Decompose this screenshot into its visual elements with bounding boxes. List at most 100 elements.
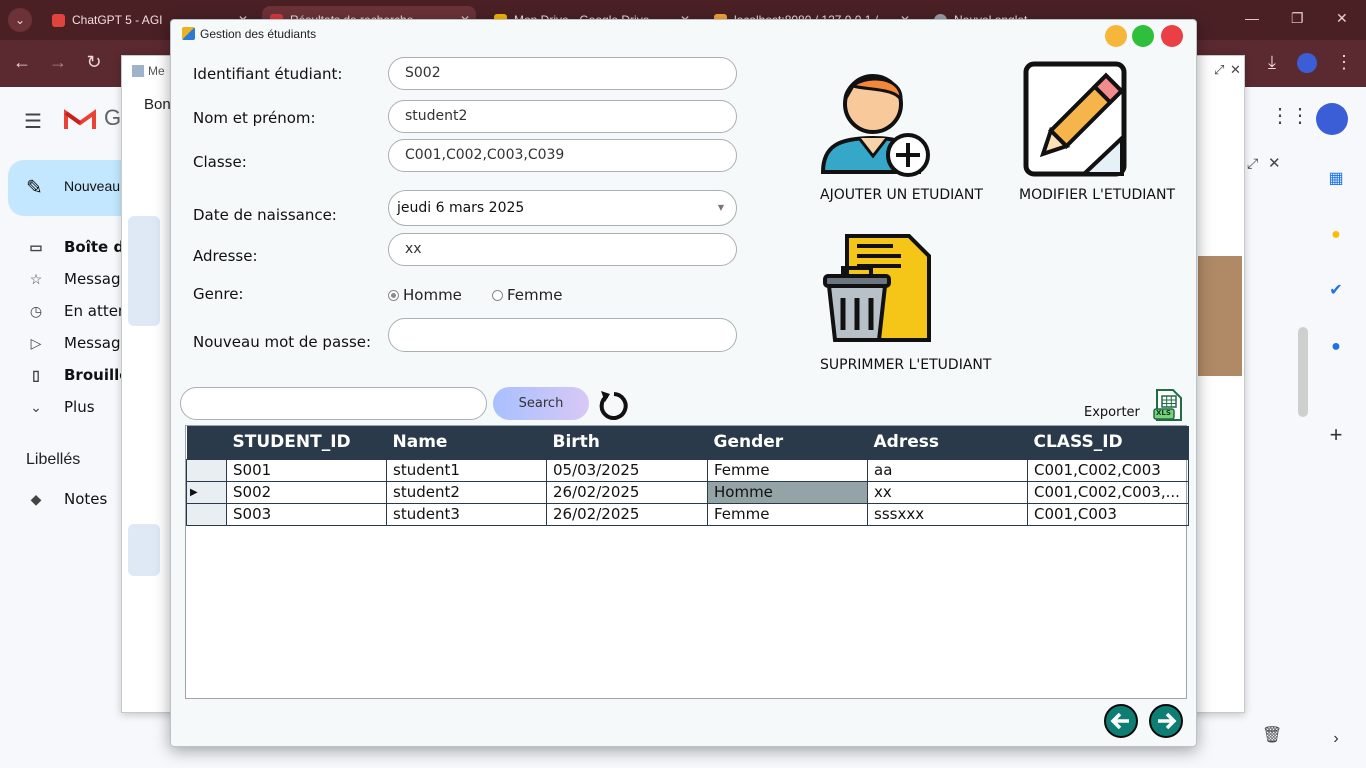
close-button[interactable] xyxy=(1161,25,1183,47)
gender-label: Genre: xyxy=(193,285,244,303)
illustration-image xyxy=(128,524,160,576)
hamburger-menu-icon[interactable]: ☰ xyxy=(24,109,42,134)
table-cell[interactable]: C001,C002,C003,... xyxy=(1027,480,1189,504)
scrollbar-thumb[interactable] xyxy=(1298,327,1308,417)
radio-unselected-icon xyxy=(492,290,503,301)
class-field[interactable]: C001,C002,C003,C039 xyxy=(388,139,737,172)
table-cell[interactable]: student3 xyxy=(386,502,547,526)
minimize-window-icon[interactable]: — xyxy=(1245,10,1259,26)
restore-window-icon[interactable]: ❐ xyxy=(1291,10,1304,27)
table-cell[interactable]: 05/03/2025 xyxy=(546,458,708,482)
delete-student-icon[interactable] xyxy=(821,232,933,344)
table-cell-selected[interactable]: Homme xyxy=(707,480,868,504)
address-field[interactable]: xx xyxy=(388,233,737,266)
keep-icon[interactable]: ● xyxy=(1322,221,1350,249)
arrow-left-icon xyxy=(1110,712,1129,730)
maximize-button[interactable] xyxy=(1132,25,1154,47)
table-cell[interactable]: Femme xyxy=(707,458,868,482)
table-cell[interactable]: Femme xyxy=(707,502,868,526)
previous-page-button[interactable] xyxy=(1104,704,1138,738)
new-password-label: Nouveau mot de passe: xyxy=(193,333,372,351)
column-header[interactable]: CLASS_ID xyxy=(1027,426,1189,459)
table-cell[interactable]: S002 xyxy=(226,480,387,504)
row-header-corner xyxy=(186,426,227,459)
table-cell[interactable]: aa xyxy=(867,458,1028,482)
close-window-icon[interactable]: ✕ xyxy=(1336,10,1348,27)
birth-date-label: Date de naissance: xyxy=(193,206,337,224)
row-header[interactable]: ▶ xyxy=(186,480,227,504)
column-header[interactable]: Adress xyxy=(867,426,1028,459)
next-page-button[interactable] xyxy=(1149,704,1183,738)
column-header[interactable]: Name xyxy=(386,426,547,459)
draft-icon: ▯ xyxy=(32,367,40,383)
forward-icon[interactable]: → xyxy=(46,52,70,73)
refresh-icon[interactable] xyxy=(598,387,630,421)
add-app-icon[interactable]: + xyxy=(1322,421,1350,449)
dialog-popout-icon[interactable]: ⤢ xyxy=(1214,62,1224,78)
name-label: Nom et prénom: xyxy=(193,109,316,127)
send-icon: ▷ xyxy=(30,335,42,351)
birth-date-picker[interactable]: jeudi 6 mars 2025 ▼ xyxy=(388,190,737,226)
edit-student-icon[interactable] xyxy=(1022,60,1127,178)
table-cell[interactable]: C001,C002,C003 xyxy=(1027,458,1189,482)
table-cell[interactable]: xx xyxy=(867,480,1028,504)
gender-female-radio[interactable]: Femme xyxy=(492,286,563,304)
dialog-close-icon[interactable]: ✕ xyxy=(1230,62,1241,78)
search-button[interactable]: Search xyxy=(493,387,589,420)
excel-export-icon[interactable]: XLS xyxy=(1153,388,1183,422)
row-header[interactable] xyxy=(186,502,227,526)
download-icon[interactable]: ⤓ xyxy=(1260,52,1284,73)
close-panel-icon[interactable]: ✕ xyxy=(1268,154,1281,172)
export-label[interactable]: Exporter xyxy=(1084,405,1140,420)
table-cell[interactable]: 26/02/2025 xyxy=(546,502,708,526)
popout-icon[interactable]: ⤢ xyxy=(1247,155,1258,172)
table-row[interactable]: S003 student3 26/02/2025 Femme sssxxx C0… xyxy=(186,502,1189,526)
add-student-label[interactable]: AJOUTER UN ETUDIANT xyxy=(820,187,983,203)
table-cell[interactable]: C001,C003 xyxy=(1027,502,1189,526)
address-label: Adresse: xyxy=(193,247,258,265)
row-header[interactable] xyxy=(186,458,227,482)
inbox-icon: ▭ xyxy=(29,239,43,255)
reload-icon[interactable]: ↻ xyxy=(82,52,106,73)
dropdown-arrow-icon[interactable]: ▼ xyxy=(718,191,724,225)
trash-icon[interactable]: 🗑 xyxy=(1262,725,1282,745)
table-cell[interactable]: 26/02/2025 xyxy=(546,480,708,504)
table-cell[interactable]: sssxxx xyxy=(867,502,1028,526)
column-header[interactable]: Birth xyxy=(546,426,708,459)
table-cell[interactable]: student1 xyxy=(386,458,547,482)
birth-date-value: jeudi 6 mars 2025 xyxy=(397,200,525,216)
expand-panel-icon[interactable]: › xyxy=(1322,725,1350,753)
search-input[interactable] xyxy=(180,387,487,420)
more-menu-icon[interactable]: ⋮ xyxy=(1332,52,1356,73)
new-password-field[interactable] xyxy=(388,318,737,352)
student-management-window: Gestion des étudiants Identifiant étudia… xyxy=(170,19,1197,747)
radio-selected-icon xyxy=(388,290,399,301)
table-row[interactable]: S001 student1 05/03/2025 Femme aa C001,C… xyxy=(186,458,1189,482)
tasks-icon[interactable]: ✔ xyxy=(1322,277,1350,305)
star-icon: ☆ xyxy=(29,271,43,287)
chatgpt-favicon-icon xyxy=(52,14,65,27)
edit-student-label[interactable]: MODIFIER L'ETUDIANT xyxy=(1019,187,1175,203)
label-tag-icon: ◆ xyxy=(30,491,42,507)
tab-search-icon[interactable]: ⌄ xyxy=(8,8,32,32)
clock-icon: ◷ xyxy=(29,303,43,319)
account-avatar[interactable] xyxy=(1316,103,1348,135)
add-student-icon[interactable] xyxy=(819,60,934,178)
apps-grid-icon[interactable]: ⋮⋮ xyxy=(1270,103,1310,128)
column-header[interactable]: STUDENT_ID xyxy=(226,426,387,459)
calendar-icon[interactable]: ▦ xyxy=(1322,165,1350,193)
student-id-field[interactable]: S002 xyxy=(388,57,737,90)
minimize-button[interactable] xyxy=(1105,25,1127,47)
column-header[interactable]: Gender xyxy=(707,426,868,459)
table-row-selected[interactable]: ▶ S002 student2 26/02/2025 Homme xx C001… xyxy=(186,480,1189,504)
name-field[interactable]: student2 xyxy=(388,100,737,133)
table-cell[interactable]: S001 xyxy=(226,458,387,482)
table-cell[interactable]: S003 xyxy=(226,502,387,526)
table-cell[interactable]: student2 xyxy=(386,480,547,504)
contacts-icon[interactable]: ● xyxy=(1322,333,1350,361)
delete-student-label[interactable]: SUPRIMMER L'ETUDIANT xyxy=(820,357,991,373)
back-icon[interactable]: ← xyxy=(10,52,34,73)
gender-male-radio[interactable]: Homme xyxy=(388,286,462,304)
current-row-indicator-icon: ▶ xyxy=(190,486,198,498)
profile-avatar[interactable] xyxy=(1297,53,1317,73)
